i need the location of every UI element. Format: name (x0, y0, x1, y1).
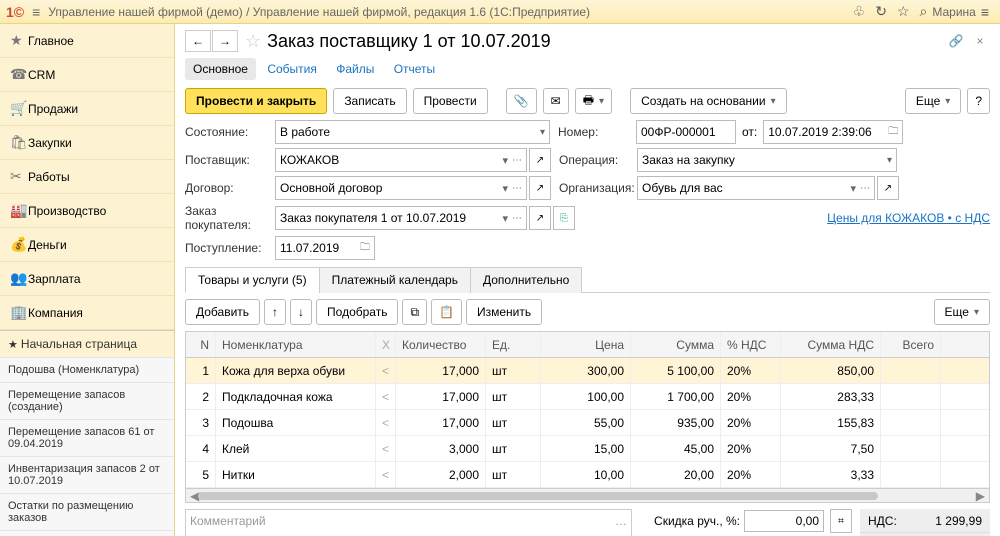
down-icon[interactable]: ↓ (290, 299, 312, 325)
custorder-input[interactable]: Заказ покупателя 1 от 10.07.2019▾⋯ (275, 206, 527, 230)
mail-icon[interactable]: ✉ (543, 88, 569, 114)
logo-1c: 1© (6, 4, 24, 20)
doc-title: Заказ поставщику 1 от 10.07.2019 (267, 31, 551, 52)
nav-item[interactable]: 🏭Производство (0, 194, 174, 228)
nav-item[interactable]: 🛍Закупки (0, 126, 174, 160)
more-button[interactable]: Еще▾ (905, 88, 961, 114)
history-item[interactable]: Подошва (Номенклатура) (0, 358, 174, 383)
print-icon[interactable]: 🖶 ▾ (575, 88, 612, 114)
contract-input[interactable]: Основной договор▾⋯ (275, 176, 527, 200)
sidebar: ★Главное☎CRM🛒Продажи🛍Закупки✂Работы🏭Прои… (0, 24, 175, 536)
org-open-icon[interactable]: ↗ (877, 176, 899, 200)
back-button[interactable]: ← (185, 30, 211, 52)
table-row[interactable]: 1Кожа для верха обуви<17,000шт300,005 10… (186, 358, 989, 384)
paste-icon[interactable]: 📋 (431, 299, 462, 325)
number-input[interactable]: 00ФР-000001 (636, 120, 736, 144)
table-row[interactable]: 3Подошва<17,000шт55,00935,0020%155,83 (186, 410, 989, 436)
nav-item[interactable]: 🏢Компания (0, 296, 174, 330)
tab-goods[interactable]: Товары и услуги (5) (185, 267, 320, 293)
main-panel: ← → ☆ Заказ поставщику 1 от 10.07.2019 🔗… (175, 24, 1000, 536)
history-item[interactable]: Инвентаризация запасов 2 от 10.07.2019 (0, 457, 174, 494)
post-and-close-button[interactable]: Провести и закрыть (185, 88, 327, 114)
history-item[interactable]: Перемещение запасов 61 от 09.04.2019 (0, 420, 174, 457)
history-item[interactable]: Перемещение запасов (создание) (0, 383, 174, 420)
search-icon[interactable]: ⌕ (920, 3, 928, 20)
nav-item[interactable]: ✂Работы (0, 160, 174, 194)
subtab-main[interactable]: Основное (185, 58, 256, 80)
write-button[interactable]: Записать (333, 88, 406, 114)
attach-icon[interactable]: 📎 (506, 88, 537, 114)
user-name[interactable]: Марина (932, 5, 975, 19)
nav-item[interactable]: 👥Зарплата (0, 262, 174, 296)
help-button[interactable]: ? (967, 88, 990, 114)
subtab-files[interactable]: Файлы (328, 58, 382, 80)
prices-link[interactable]: Цены для КОЖАКОВ • с НДС (827, 211, 990, 225)
star-icon[interactable]: ☆ (897, 3, 910, 20)
history-item[interactable]: Заказ на производство 1 от 10.07.2019 (0, 531, 174, 536)
history-panel: ★ Начальная страница Подошва (Номенклату… (0, 330, 174, 536)
pick-button[interactable]: Подобрать (316, 299, 398, 325)
receipt-date-input[interactable]: 11.07.2019🗀 (275, 236, 375, 260)
contract-open-icon[interactable]: ↗ (529, 176, 551, 200)
nav-item[interactable]: 🛒Продажи (0, 92, 174, 126)
bell-icon[interactable]: ♧ (853, 3, 866, 20)
forward-button[interactable]: → (212, 30, 238, 52)
history-home[interactable]: ★ Начальная страница (0, 331, 174, 358)
favorite-star-icon[interactable]: ☆ (245, 31, 261, 52)
state-input[interactable]: В работе▾ (275, 120, 550, 144)
titlebar: 1© ≡ Управление нашей фирмой (демо) / Уп… (0, 0, 1000, 24)
table-header: N Номенклатура Х Количество Ед. Цена Сум… (186, 332, 989, 358)
table-row[interactable]: 2Подкладочная кожа<17,000шт100,001 700,0… (186, 384, 989, 410)
edit-row-button[interactable]: Изменить (466, 299, 542, 325)
table-row[interactable]: 4Клей<3,000шт15,0045,0020%7,50 (186, 436, 989, 462)
close-icon[interactable]: × (970, 31, 990, 51)
custorder-open-icon[interactable]: ↗ (529, 206, 551, 230)
up-icon[interactable]: ↑ (264, 299, 286, 325)
history-item[interactable]: Остатки по размещению заказов (0, 494, 174, 531)
link-icon[interactable]: 🔗 (946, 31, 966, 51)
history-icon[interactable]: ↻ (875, 3, 887, 20)
nav-item[interactable]: 💰Деньги (0, 228, 174, 262)
operation-input[interactable]: Заказ на закупку▾ (637, 148, 897, 172)
comment-input[interactable]: Комментарий … (185, 509, 632, 536)
create-based-on-button[interactable]: Создать на основании▾ (630, 88, 787, 114)
calc-icon[interactable]: ⌗ (830, 509, 852, 533)
table-more-button[interactable]: Еще▾ (934, 299, 990, 325)
add-row-button[interactable]: Добавить (185, 299, 260, 325)
tab-paycal[interactable]: Платежный календарь (319, 267, 471, 293)
date-input[interactable]: 10.07.2019 2:39:06🗀 (763, 120, 903, 144)
table-row[interactable]: 5Нитки<2,000шт10,0020,0020%3,33 (186, 462, 989, 488)
nav-item[interactable]: ★Главное (0, 24, 174, 58)
vat-total: 1 299,99 (935, 514, 982, 528)
burger-icon[interactable]: ≡ (32, 4, 40, 20)
app-title: Управление нашей фирмой (демо) / Управле… (48, 5, 590, 19)
supplier-input[interactable]: КОЖАКОВ▾⋯ (275, 148, 527, 172)
goods-table[interactable]: N Номенклатура Х Количество Ед. Цена Сум… (185, 331, 990, 489)
subtab-events[interactable]: События (259, 58, 325, 80)
custorder-extra-icon[interactable]: ⎘ (553, 206, 575, 230)
tab-extra[interactable]: Дополнительно (470, 267, 582, 293)
post-button[interactable]: Провести (413, 88, 488, 114)
table-hscroll[interactable]: ◀▶ (185, 489, 990, 503)
subtab-reports[interactable]: Отчеты (386, 58, 443, 80)
discount-percent-input[interactable] (744, 510, 824, 532)
supplier-open-icon[interactable]: ↗ (529, 148, 551, 172)
copy-icon[interactable]: ⧉ (402, 299, 427, 325)
nav-item[interactable]: ☎CRM (0, 58, 174, 92)
settings-icon[interactable]: ≡ (981, 4, 989, 20)
org-input[interactable]: Обувь для вас▾⋯ (637, 176, 875, 200)
